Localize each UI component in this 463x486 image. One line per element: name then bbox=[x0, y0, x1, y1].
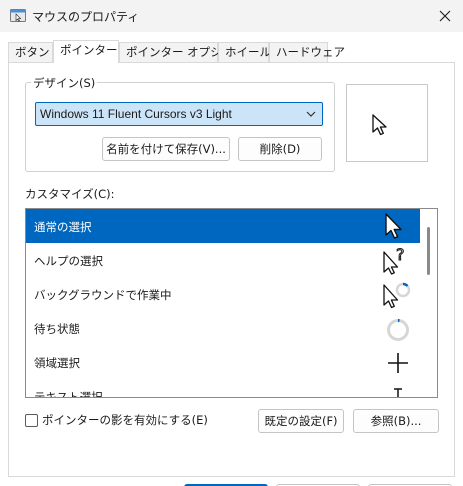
pointer-shadow-checkbox[interactable]: ポインターの影を有効にする(E) bbox=[25, 412, 208, 428]
window-title: マウスのプロパティ bbox=[32, 10, 140, 24]
list-item-label: 待ち状態 bbox=[34, 322, 80, 336]
tab-pointer-options[interactable]: ポインター オプション bbox=[119, 42, 245, 62]
busy-cursor-icon bbox=[387, 319, 409, 341]
tab-buttons[interactable]: ボタン bbox=[8, 42, 53, 62]
working-in-background-cursor-icon bbox=[383, 282, 411, 309]
tab-wheel[interactable]: ホイール bbox=[218, 42, 271, 62]
list-item[interactable]: 領域選択 bbox=[26, 345, 420, 379]
tab-pointers[interactable]: ポインター bbox=[53, 40, 119, 63]
list-item[interactable]: 通常の選択 bbox=[26, 209, 420, 243]
arrow-cursor-icon bbox=[372, 114, 387, 136]
browse-button[interactable]: 参照(B)... bbox=[353, 409, 439, 433]
tab-hardware[interactable]: ハードウェア bbox=[269, 42, 345, 62]
customize-label: カスタマイズ(C): bbox=[25, 187, 115, 201]
chevron-down-icon bbox=[306, 111, 316, 117]
scheme-value: Windows 11 Fluent Cursors v3 Light bbox=[40, 107, 232, 121]
text-cursor-icon bbox=[394, 388, 402, 397]
list-item-label: テキスト選択 bbox=[34, 390, 103, 398]
list-item[interactable]: 待ち状態 bbox=[26, 311, 420, 345]
list-item-label: ヘルプの選択 bbox=[34, 254, 103, 268]
list-item[interactable]: テキスト選択 bbox=[26, 379, 420, 398]
close-icon bbox=[439, 10, 451, 22]
use-default-button[interactable]: 既定の設定(F) bbox=[258, 409, 344, 433]
list-item[interactable]: ヘルプの選択 ? bbox=[26, 243, 420, 277]
title-bar: マウスのプロパティ bbox=[0, 0, 463, 32]
list-item[interactable]: バックグラウンドで作業中 bbox=[26, 277, 420, 311]
arrow-cursor-icon bbox=[385, 213, 402, 239]
cursor-preview bbox=[346, 84, 428, 162]
svg-text:?: ? bbox=[396, 245, 405, 264]
close-button[interactable] bbox=[427, 0, 463, 32]
design-legend: デザイン(S) bbox=[31, 75, 98, 91]
help-cursor-icon: ? bbox=[383, 245, 405, 275]
pointer-shadow-label: ポインターの影を有効にする(E) bbox=[42, 413, 208, 427]
checkbox-box[interactable] bbox=[25, 413, 38, 427]
save-as-button[interactable]: 名前を付けて保存(V)... bbox=[102, 137, 230, 161]
mouse-properties-app-icon bbox=[10, 9, 26, 22]
list-item-label: バックグラウンドで作業中 bbox=[34, 288, 172, 302]
list-scrollbar[interactable] bbox=[420, 209, 437, 397]
scheme-select[interactable]: Windows 11 Fluent Cursors v3 Light bbox=[35, 102, 323, 126]
precision-cursor-icon bbox=[388, 353, 408, 373]
scrollbar-thumb[interactable] bbox=[427, 227, 430, 275]
cursor-list[interactable]: 通常の選択 ヘルプの選択 ? バックグラウンドで作業中 待ち状態 領域選択 テキ… bbox=[25, 208, 438, 398]
delete-button[interactable]: 削除(D) bbox=[238, 137, 322, 161]
list-item-label: 領域選択 bbox=[34, 356, 80, 370]
list-item-label: 通常の選択 bbox=[34, 220, 92, 234]
